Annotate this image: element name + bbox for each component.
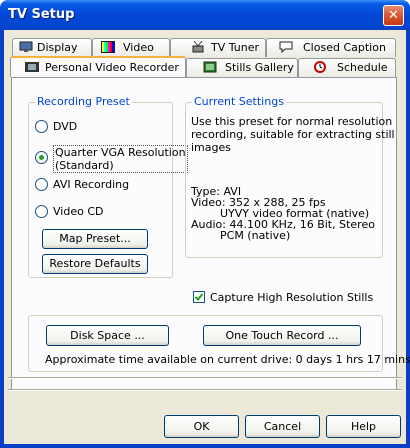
separator (8, 377, 402, 379)
radio-label: Quarter VGA Resolution (Standard) (53, 145, 188, 173)
antenna-icon (192, 41, 204, 53)
description-line: recording, suitable for extracting still (191, 128, 395, 141)
tab-personal-video-recorder[interactable]: Personal Video Recorder (10, 56, 186, 77)
radio-circle (35, 151, 48, 164)
disk-space-button[interactable]: Disk Space ... (46, 325, 169, 346)
tab-label: Personal Video Recorder (45, 61, 179, 74)
help-button[interactable]: Help (326, 415, 401, 438)
radio-label-line1: Quarter VGA Resolution (55, 146, 186, 159)
tab-label: TV Tuner (211, 41, 260, 54)
description-line: Use this preset for normal resolution (191, 115, 393, 128)
cancel-button[interactable]: Cancel (245, 415, 320, 438)
radio-video-cd[interactable]: Video CD (35, 204, 185, 220)
gallery-icon (203, 61, 217, 73)
tab-label: Video (123, 41, 154, 54)
tv-setup-window: TV Setup ✕ Display Video TV Tuner Closed… (0, 0, 410, 448)
close-icon: ✕ (388, 8, 399, 23)
capture-high-res-checkbox[interactable]: Capture High Resolution Stills (193, 290, 383, 306)
map-preset-button[interactable]: Map Preset... (42, 229, 148, 249)
caption-bubble-icon (279, 41, 293, 53)
radio-label-line2: (Standard) (55, 159, 114, 172)
recording-preset-title: Recording Preset (35, 95, 132, 108)
tab-label: Display (37, 41, 78, 54)
current-settings-title: Current Settings (192, 95, 286, 108)
radio-label: AVI Recording (53, 178, 130, 191)
tab-display[interactable]: Display (12, 38, 92, 57)
radio-label: DVD (53, 120, 78, 133)
pvr-tab-panel: Recording Preset DVD Quarter VGA Resolut… (11, 77, 410, 391)
radio-circle (35, 205, 48, 218)
tab-label: Stills Gallery (225, 61, 294, 74)
radio-quarter-vga[interactable]: Quarter VGA Resolution (Standard) (35, 145, 188, 173)
tab-label: Closed Caption (303, 41, 386, 54)
current-settings-group: Current Settings Use this preset for nor… (185, 95, 395, 258)
window-title: TV Setup (8, 7, 75, 22)
recording-preset-group: Recording Preset DVD Quarter VGA Resolut… (28, 95, 188, 278)
tab-label: Schedule (337, 61, 388, 74)
description-line: images (191, 141, 231, 154)
tab-tv-tuner[interactable]: TV Tuner (170, 38, 266, 57)
color-bars-icon (101, 41, 115, 53)
title-bar[interactable]: TV Setup ✕ (0, 0, 410, 30)
radio-avi-recording[interactable]: AVI Recording (35, 177, 185, 193)
radio-circle (35, 120, 48, 133)
tab-video[interactable]: Video (92, 38, 170, 57)
ok-button[interactable]: OK (164, 415, 239, 438)
approx-time-text: Approximate time available on current dr… (45, 353, 410, 366)
radio-dvd[interactable]: DVD (35, 119, 185, 135)
one-touch-record-button[interactable]: One Touch Record ... (203, 325, 361, 346)
dialog-client: Display Video TV Tuner Closed Caption Pe… (4, 30, 410, 444)
tab-closed-caption[interactable]: Closed Caption (266, 38, 396, 57)
radio-label: Video CD (53, 205, 104, 218)
preset-description: Use this preset for normal resolution re… (191, 115, 395, 154)
tab-schedule[interactable]: Schedule (298, 58, 396, 77)
checkmark-icon (194, 293, 204, 301)
checkbox-box (193, 291, 205, 303)
tab-stills-gallery[interactable]: Stills Gallery (186, 58, 298, 77)
film-icon (25, 62, 39, 72)
monitor-icon (19, 41, 33, 52)
audio-format-line: PCM (native) (220, 229, 291, 242)
preset-details: Type: AVI Video: 352 x 288, 25 fps UYVY … (191, 186, 375, 241)
clock-icon (314, 61, 326, 73)
radio-selected-dot (39, 155, 44, 160)
restore-defaults-button[interactable]: Restore Defaults (42, 254, 148, 274)
radio-circle (35, 178, 48, 191)
checkbox-label: Capture High Resolution Stills (210, 291, 374, 304)
close-button[interactable]: ✕ (383, 5, 404, 26)
separator (8, 389, 402, 391)
disk-group: Disk Space ... One Touch Record ... Appr… (28, 315, 410, 372)
